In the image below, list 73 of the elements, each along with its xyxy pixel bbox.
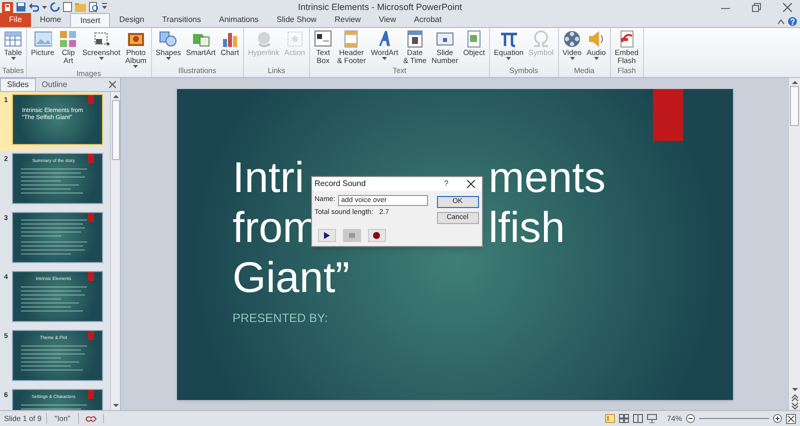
ribbon-tab[interactable]: Slide Show	[268, 13, 326, 27]
speaker-icon	[587, 30, 606, 48]
accent-tab-shape	[88, 154, 94, 163]
screenshot-icon	[92, 30, 110, 48]
accent-tab-shape	[88, 95, 94, 104]
slide-subtitle: PRESENTED BY:	[232, 310, 328, 327]
slide-title-fragment: lfish	[488, 203, 565, 253]
zoom-out-icon[interactable]	[686, 414, 695, 423]
object-icon	[465, 30, 484, 48]
text-box-icon	[314, 30, 332, 48]
clip-art-icon	[59, 30, 78, 48]
ribbon-tab[interactable]: Transitions	[153, 13, 210, 27]
slide-show-icon[interactable]	[646, 414, 657, 423]
action-icon	[286, 30, 304, 48]
ribbon-tab[interactable]: View	[370, 13, 406, 27]
record-button[interactable]	[368, 228, 386, 242]
table-icon	[4, 30, 22, 48]
print-preview-icon[interactable]	[89, 2, 99, 12]
pane-tab[interactable]: Slides	[0, 78, 36, 91]
chart-icon	[220, 30, 239, 48]
header-footer-icon	[342, 30, 360, 48]
accent-tab-shape	[88, 331, 94, 340]
record-icon	[373, 232, 380, 238]
dialog-title: Record Sound	[314, 178, 366, 190]
slide-thumbnail[interactable]	[12, 212, 103, 263]
pane-tab[interactable]: Outline	[36, 78, 74, 91]
picture-icon	[34, 30, 52, 48]
pi-icon	[500, 30, 518, 48]
slide-title-fragment: Giant”	[232, 253, 350, 303]
ribbon-tab[interactable]: File	[0, 13, 31, 27]
photo-album-icon	[126, 30, 145, 48]
slide-title-fragment: ments	[488, 153, 606, 203]
stop-icon	[348, 232, 354, 238]
slide-number-icon	[436, 30, 454, 48]
new-document-icon[interactable]	[63, 2, 72, 12]
accent-tab-shape	[88, 272, 94, 281]
ribbon-tab[interactable]: Design	[110, 13, 154, 27]
scrollbar-thumb[interactable]	[112, 100, 120, 160]
fit-to-window-icon[interactable]	[786, 414, 796, 424]
accent-tab-shape	[88, 213, 94, 222]
collapse-ribbon-icon[interactable]	[777, 18, 785, 26]
ribbon-tab[interactable]: Animations	[210, 13, 268, 27]
flash-document-icon	[618, 30, 636, 48]
ribbon-tab[interactable]: Home	[30, 13, 70, 27]
accent-tab-shape	[652, 89, 682, 141]
save-icon[interactable]	[16, 2, 26, 12]
redo-icon[interactable]	[50, 2, 60, 12]
spell-check-icon[interactable]	[85, 414, 98, 423]
previous-slide-icon[interactable]	[790, 394, 800, 402]
play-icon	[324, 232, 330, 238]
film-reel-icon	[563, 30, 582, 48]
close-icon[interactable]	[466, 180, 474, 188]
reading-view-icon[interactable]	[632, 414, 643, 423]
zoom-in-icon[interactable]	[773, 414, 782, 423]
ribbon-tab[interactable]: Review	[326, 13, 370, 27]
next-slide-icon[interactable]	[790, 402, 800, 410]
play-button[interactable]	[318, 228, 336, 242]
help-icon[interactable]	[788, 17, 797, 26]
undo-icon[interactable]	[29, 2, 39, 12]
accent-tab-shape	[88, 390, 94, 399]
omega-icon	[532, 30, 550, 48]
ribbon-tab[interactable]: Insert	[70, 13, 110, 27]
window-title: Intrinsic Elements - Microsoft PowerPoint	[298, 1, 462, 14]
ribbon-tab[interactable]: Acrobat	[405, 13, 451, 27]
calendar-icon	[406, 30, 424, 48]
slide-sorter-icon[interactable]	[618, 414, 629, 423]
restore-icon[interactable]	[752, 2, 761, 12]
help-button[interactable]: ?	[444, 178, 448, 190]
scrollbar-thumb[interactable]	[790, 86, 799, 126]
app-logo-icon	[2, 2, 13, 12]
scroll-down-icon[interactable]	[790, 386, 800, 394]
slide-title-fragment: Intri	[232, 153, 304, 203]
shapes-icon	[159, 30, 178, 48]
